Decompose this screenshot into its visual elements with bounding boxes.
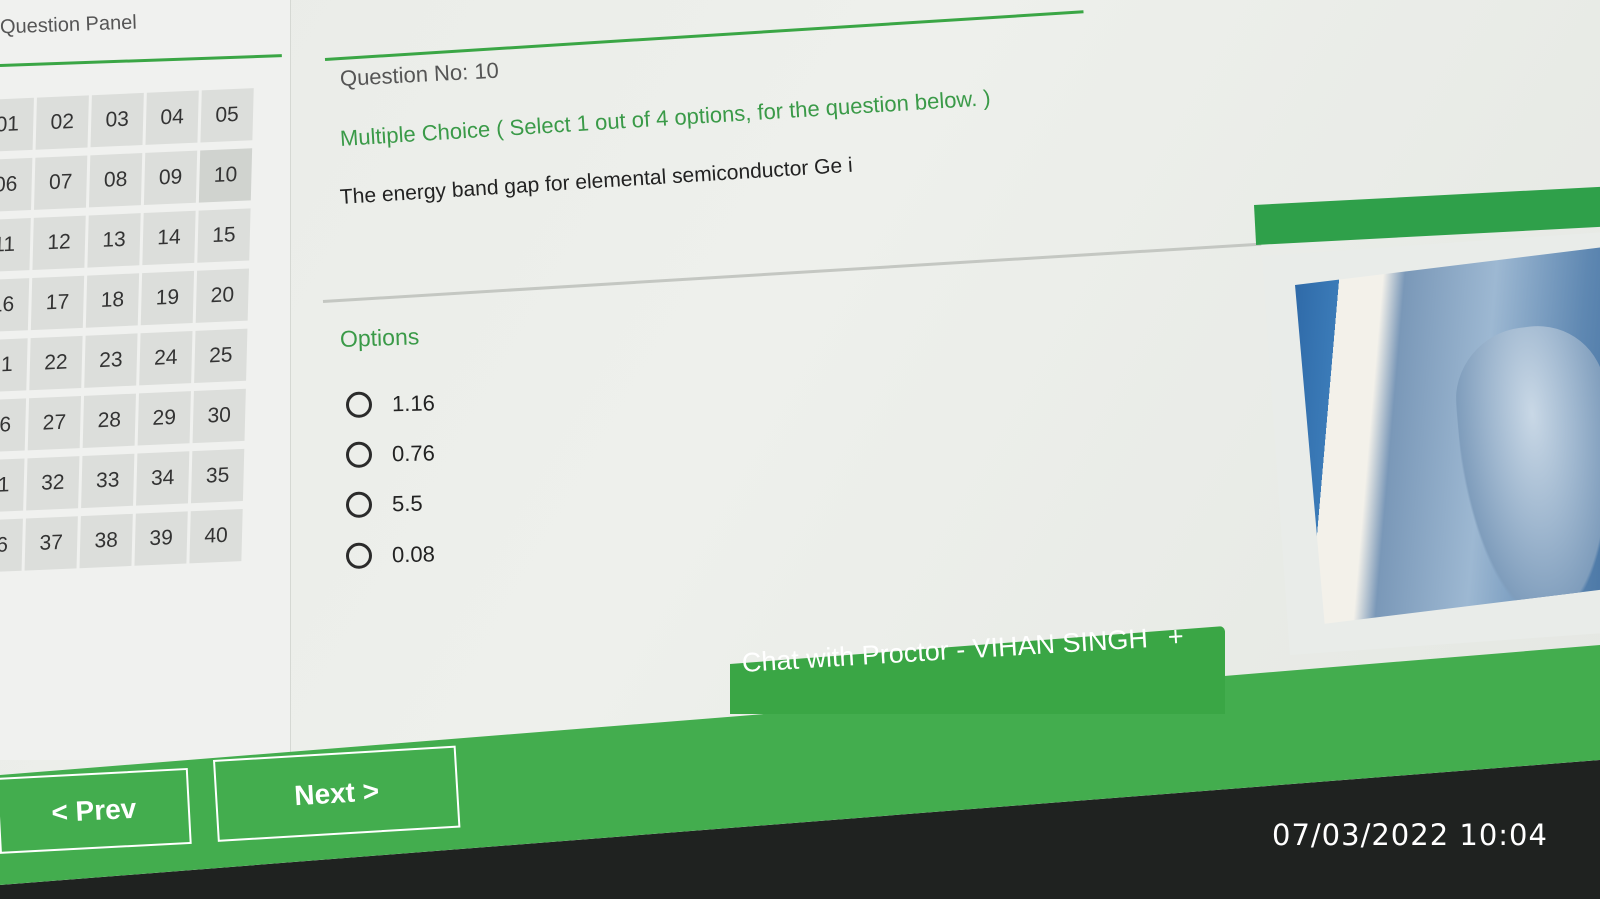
question-number-button[interactable]: 24 <box>139 331 193 386</box>
question-number-button[interactable]: 33 <box>81 453 135 509</box>
question-number-button[interactable]: 36 <box>0 518 23 573</box>
question-number-button[interactable]: 38 <box>79 513 133 569</box>
option-label: 5.5 <box>391 490 423 517</box>
question-number-button[interactable]: 31 <box>0 458 25 513</box>
option-item[interactable]: 0.76 <box>345 440 436 468</box>
question-number-button[interactable]: 29 <box>137 391 191 446</box>
radio-button[interactable] <box>345 542 373 569</box>
question-number-button[interactable]: 17 <box>30 275 85 331</box>
question-number-grid: 01 02 03 04 05 06 07 08 09 10 11 12 13 14 15 16 17 18 19 20… <box>0 88 254 573</box>
next-button[interactable]: Next > <box>213 745 461 842</box>
question-type-instruction: Multiple Choice ( Select 1 out of 4 opti… <box>339 85 992 151</box>
question-number-button[interactable]: 23 <box>84 333 138 388</box>
webcam-person-image <box>1450 318 1600 624</box>
question-number-button[interactable]: 05 <box>200 88 254 143</box>
question-number-button[interactable]: 12 <box>32 215 86 270</box>
question-text: The energy band gap for elemental semico… <box>339 153 854 209</box>
option-label: 1.16 <box>391 390 436 417</box>
question-number-button[interactable]: 07 <box>34 155 88 210</box>
question-number-button[interactable]: 26 <box>0 398 27 453</box>
question-panel: Question Panel 01 02 03 04 05 06 07 08 09 10 11 12 1… <box>0 0 291 760</box>
question-panel-divider <box>0 54 282 67</box>
question-number-button[interactable]: 14 <box>142 210 196 266</box>
question-number-button[interactable]: 03 <box>90 92 144 148</box>
question-number-button[interactable]: 01 <box>0 97 34 153</box>
question-number-button[interactable]: 27 <box>27 395 82 451</box>
question-number-button[interactable]: 18 <box>85 273 140 328</box>
photo-timestamp: 07/03/2022 10:04 <box>1272 818 1548 852</box>
question-number-button[interactable]: 02 <box>35 95 89 150</box>
option-item[interactable]: 0.08 <box>345 541 436 569</box>
question-number-button[interactable]: 15 <box>197 208 251 263</box>
question-number-button[interactable]: 37 <box>24 516 78 571</box>
question-number-button[interactable]: 34 <box>136 451 190 506</box>
question-number-button[interactable]: 19 <box>140 270 195 326</box>
option-item[interactable]: 5.5 <box>345 490 423 518</box>
question-number-button[interactable]: 32 <box>26 456 80 511</box>
options-heading: Options <box>339 323 420 352</box>
question-number-button[interactable]: 10 <box>198 148 253 203</box>
question-number-button[interactable]: 25 <box>194 328 248 384</box>
question-number-button[interactable]: 08 <box>88 153 143 208</box>
webcam-preview <box>1295 247 1600 624</box>
option-label: 0.76 <box>391 440 436 467</box>
question-top-divider <box>324 10 1084 61</box>
question-number-button[interactable]: 30 <box>192 388 246 444</box>
question-number-button[interactable]: 16 <box>0 278 30 333</box>
question-number: Question No: 10 <box>339 57 500 91</box>
option-label: 0.08 <box>391 541 436 568</box>
prev-button[interactable]: < Prev <box>0 767 192 854</box>
question-number-button[interactable]: 35 <box>190 448 245 504</box>
question-number-button[interactable]: 13 <box>87 213 141 268</box>
question-number-button[interactable]: 04 <box>145 90 199 145</box>
question-number-button[interactable]: 20 <box>195 268 250 323</box>
question-number-button[interactable]: 22 <box>29 335 83 391</box>
question-number-button[interactable]: 06 <box>0 157 33 213</box>
question-number-button[interactable]: 40 <box>189 509 243 564</box>
radio-button[interactable] <box>345 441 373 468</box>
radio-button[interactable] <box>345 491 373 518</box>
question-number-button[interactable]: 39 <box>134 511 188 566</box>
question-panel-title: Question Panel <box>0 11 138 39</box>
option-item[interactable]: 1.16 <box>345 390 436 418</box>
question-number-button[interactable]: 21 <box>0 338 28 393</box>
radio-button[interactable] <box>345 391 373 418</box>
exam-screen: Question Panel 01 02 03 04 05 06 07 08 09 10 11 12 1… <box>0 0 1600 885</box>
question-number-button[interactable]: 09 <box>143 150 198 206</box>
question-number-button[interactable]: 28 <box>82 393 136 448</box>
expand-chat-icon[interactable]: + <box>1167 621 1185 652</box>
question-number-button[interactable]: 11 <box>0 217 31 273</box>
question-options-divider <box>322 242 1262 303</box>
